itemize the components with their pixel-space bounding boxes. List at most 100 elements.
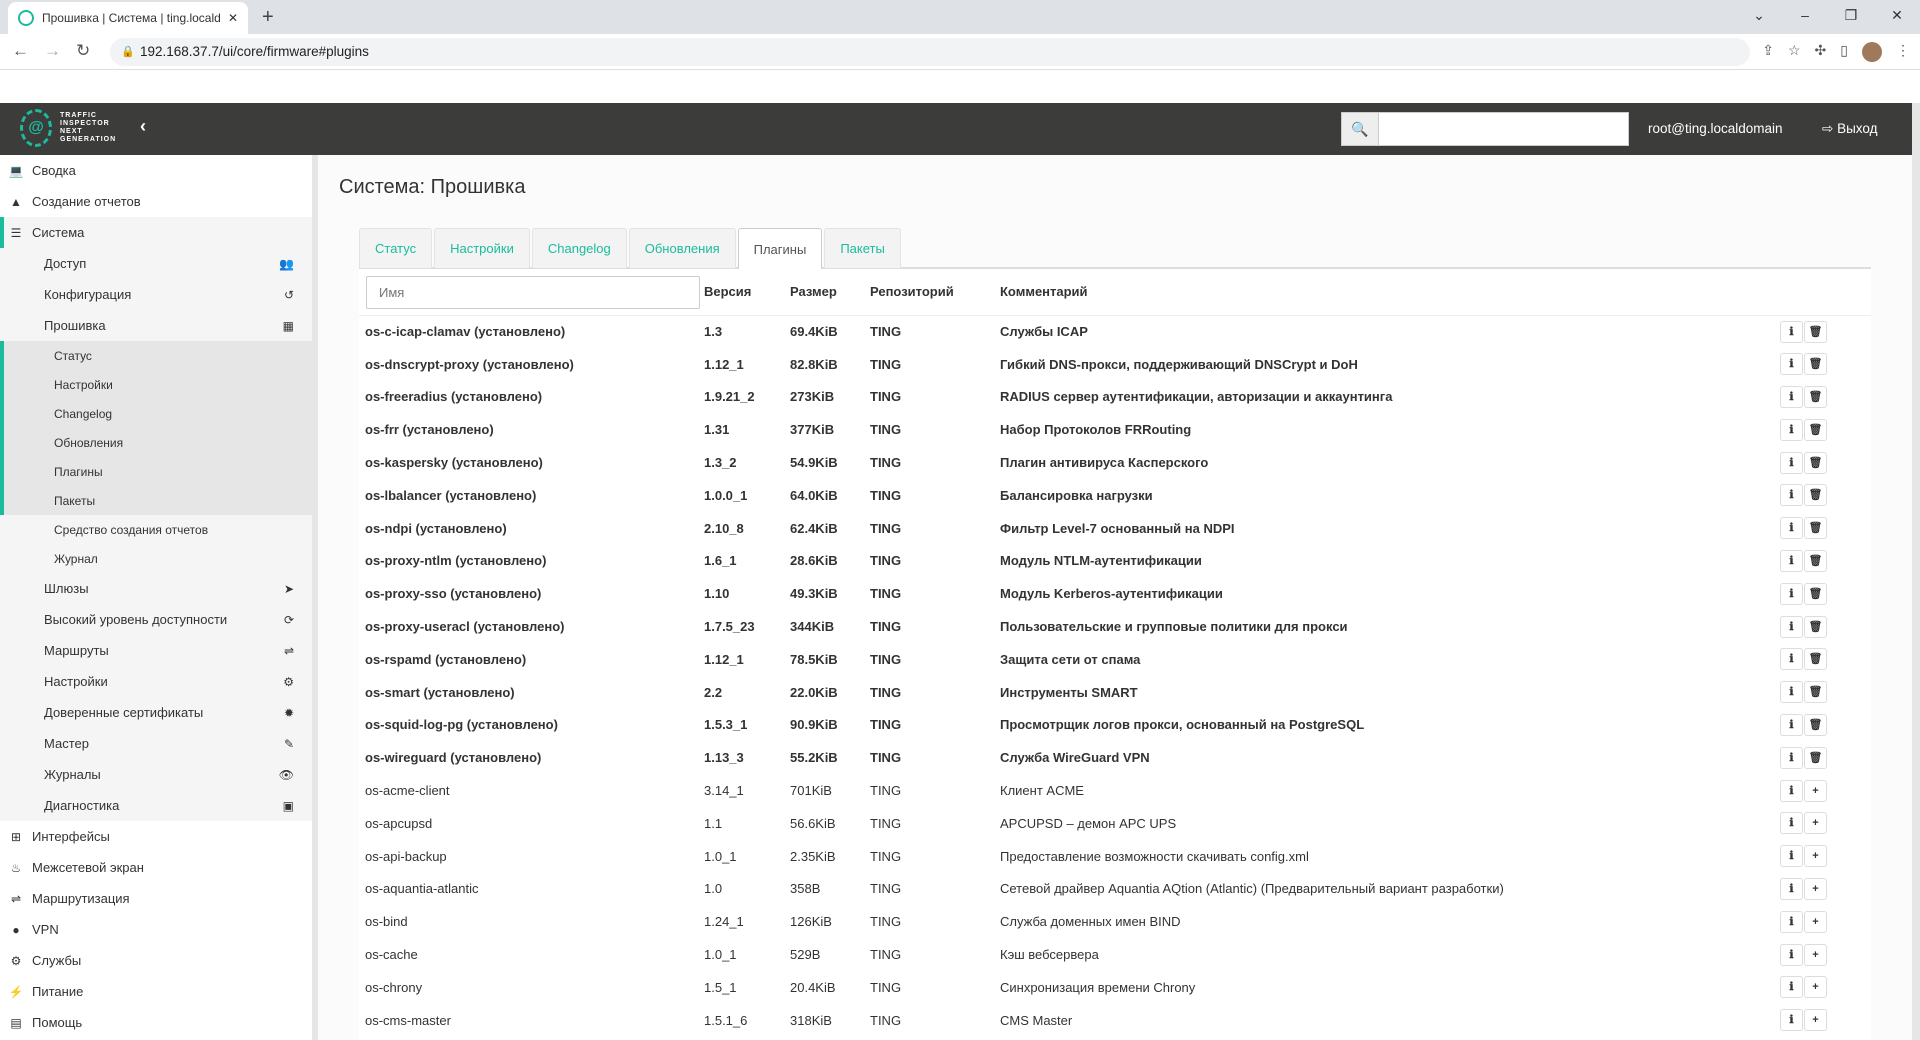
close-window-button[interactable]: ✕ <box>1874 0 1920 34</box>
trash-icon[interactable]: 🗑 <box>1804 484 1827 507</box>
name-filter-input[interactable] <box>366 276 700 310</box>
trash-icon[interactable]: 🗑 <box>1804 451 1827 474</box>
info-icon[interactable]: ℹ <box>1780 713 1803 736</box>
info-icon[interactable]: ℹ <box>1780 681 1803 704</box>
trash-icon[interactable]: 🗑 <box>1804 385 1827 408</box>
sidebar-subitem[interactable]: Высокий уровень доступности ⟳ <box>0 604 312 635</box>
sidebar-subitem[interactable]: Доступ 👥 <box>0 248 312 279</box>
info-icon[interactable]: ℹ <box>1780 910 1803 933</box>
trash-icon[interactable]: 🗑 <box>1804 582 1827 605</box>
logo[interactable]: @ TRAFFIC INSPECTOR NEXT GENERATION <box>20 109 116 147</box>
col-version[interactable]: Версия <box>704 269 790 316</box>
info-icon[interactable]: ℹ <box>1780 976 1803 999</box>
sidebar-subitem[interactable]: Мастер ✎ <box>0 728 312 759</box>
sidebar-subitem[interactable]: Журналы 👁 <box>0 759 312 790</box>
url-bar[interactable]: 🔒 192.168.37.7/ui/core/firmware#plugins <box>110 38 1750 66</box>
collapse-sidebar-icon[interactable]: ‹ <box>140 116 146 137</box>
sidebar-system-item[interactable]: Журнал <box>0 544 312 573</box>
browser-tab[interactable]: Прошивка | Система | ting.localdomain ✕ <box>8 2 248 34</box>
search-icon[interactable]: 🔍 <box>1341 112 1379 146</box>
sidebar-item[interactable]: ♨ Межсетевой экран <box>0 852 312 883</box>
trash-icon[interactable]: 🗑 <box>1804 353 1827 376</box>
sidebar-item[interactable]: ⇌ Маршрутизация <box>0 883 312 914</box>
sidebar-subitem[interactable]: Прошивка ▦ <box>0 310 312 341</box>
info-icon[interactable]: ℹ <box>1780 418 1803 441</box>
info-icon[interactable]: ℹ <box>1780 484 1803 507</box>
plus-icon[interactable]: + <box>1804 1009 1827 1032</box>
sidebar-firmware-item[interactable]: Обновления <box>4 428 312 457</box>
info-icon[interactable]: ℹ <box>1780 877 1803 900</box>
sidebar-subitem[interactable]: Доверенные сертификаты ✹ <box>0 697 312 728</box>
plus-icon[interactable]: + <box>1804 943 1827 966</box>
trash-icon[interactable]: 🗑 <box>1804 549 1827 572</box>
plus-icon[interactable]: + <box>1804 779 1827 802</box>
tab-3[interactable]: Обновления <box>628 228 736 268</box>
info-icon[interactable]: ℹ <box>1780 943 1803 966</box>
tab-0[interactable]: Статус <box>359 228 433 268</box>
trash-icon[interactable]: 🗑 <box>1804 517 1827 540</box>
search-input[interactable] <box>1379 112 1629 146</box>
plus-icon[interactable]: + <box>1804 877 1827 900</box>
sidebar-item[interactable]: ⚡ Питание <box>0 976 312 1007</box>
trash-icon[interactable]: 🗑 <box>1804 713 1827 736</box>
info-icon[interactable]: ℹ <box>1780 451 1803 474</box>
sidebar-firmware-item[interactable]: Статус <box>4 341 312 370</box>
info-icon[interactable]: ℹ <box>1780 320 1803 343</box>
sidebar-item[interactable]: ⊞ Интерфейсы <box>0 821 312 852</box>
trash-icon[interactable]: 🗑 <box>1804 648 1827 671</box>
trash-icon[interactable]: 🗑 <box>1804 320 1827 343</box>
minimize-button[interactable]: – <box>1782 0 1828 34</box>
trash-icon[interactable]: 🗑 <box>1804 418 1827 441</box>
info-icon[interactable]: ℹ <box>1780 549 1803 572</box>
tab-4[interactable]: Плагины <box>737 228 823 270</box>
info-icon[interactable]: ℹ <box>1780 582 1803 605</box>
sidepanel-icon[interactable]: ▯ <box>1840 42 1848 62</box>
logout-link[interactable]: ⇨ Выход <box>1822 121 1877 137</box>
extensions-icon[interactable]: ✣ <box>1815 42 1827 62</box>
star-icon[interactable]: ☆ <box>1788 42 1801 62</box>
sidebar-item[interactable]: ⚙ Службы <box>0 945 312 976</box>
sidebar-item[interactable]: ▤ Помощь <box>0 1007 312 1038</box>
page-scrollbar[interactable] <box>1912 103 1920 1040</box>
col-size[interactable]: Размер <box>790 269 870 316</box>
sidebar-system-item[interactable]: Средство создания отчетов <box>0 515 312 544</box>
new-tab-button[interactable]: + <box>262 6 274 29</box>
info-icon[interactable]: ℹ <box>1780 779 1803 802</box>
tab-2[interactable]: Changelog <box>531 228 627 268</box>
tab-5[interactable]: Пакеты <box>824 228 901 268</box>
sidebar-firmware-item[interactable]: Настройки <box>4 370 312 399</box>
col-comment[interactable]: Комментарий <box>1000 269 1737 316</box>
sidebar-item-system[interactable]: ☰ Система <box>0 217 312 248</box>
sidebar-subitem[interactable]: Шлюзы ➤ <box>0 573 312 604</box>
back-icon[interactable]: ← <box>12 41 29 61</box>
sidebar-subitem[interactable]: Диагностика ▣ <box>0 790 312 821</box>
sidebar-firmware-item[interactable]: Пакеты <box>4 486 312 515</box>
sidebar-subitem[interactable]: Настройки ⚙ <box>0 666 312 697</box>
info-icon[interactable]: ℹ <box>1780 615 1803 638</box>
menu-icon[interactable]: ⋮ <box>1896 42 1910 62</box>
sidebar-item[interactable]: 💻 Сводка <box>0 155 312 186</box>
info-icon[interactable]: ℹ <box>1780 353 1803 376</box>
trash-icon[interactable]: 🗑 <box>1804 746 1827 769</box>
user-link[interactable]: root@ting.localdomain <box>1648 121 1783 136</box>
trash-icon[interactable]: 🗑 <box>1804 681 1827 704</box>
plus-icon[interactable]: + <box>1804 845 1827 868</box>
sidebar-subitem[interactable]: Конфигурация ↺ <box>0 279 312 310</box>
share-icon[interactable]: ⇪ <box>1762 42 1774 62</box>
sidebar-firmware-item[interactable]: Changelog <box>4 399 312 428</box>
plus-icon[interactable]: + <box>1804 910 1827 933</box>
info-icon[interactable]: ℹ <box>1780 812 1803 835</box>
plus-icon[interactable]: + <box>1804 812 1827 835</box>
info-icon[interactable]: ℹ <box>1780 385 1803 408</box>
info-icon[interactable]: ℹ <box>1780 746 1803 769</box>
sidebar-subitem[interactable]: Маршруты ⇌ <box>0 635 312 666</box>
restore-button[interactable]: ❐ <box>1828 0 1874 34</box>
sidebar-item[interactable]: ▲ Создание отчетов <box>0 186 312 217</box>
tab-search-icon[interactable]: ⌄ <box>1736 0 1782 34</box>
close-tab-icon[interactable]: ✕ <box>228 11 238 25</box>
reload-icon[interactable]: ↻ <box>76 41 90 61</box>
sidebar-firmware-item[interactable]: Плагины <box>4 457 312 486</box>
info-icon[interactable]: ℹ <box>1780 648 1803 671</box>
plus-icon[interactable]: + <box>1804 976 1827 999</box>
forward-icon[interactable]: → <box>44 41 61 61</box>
